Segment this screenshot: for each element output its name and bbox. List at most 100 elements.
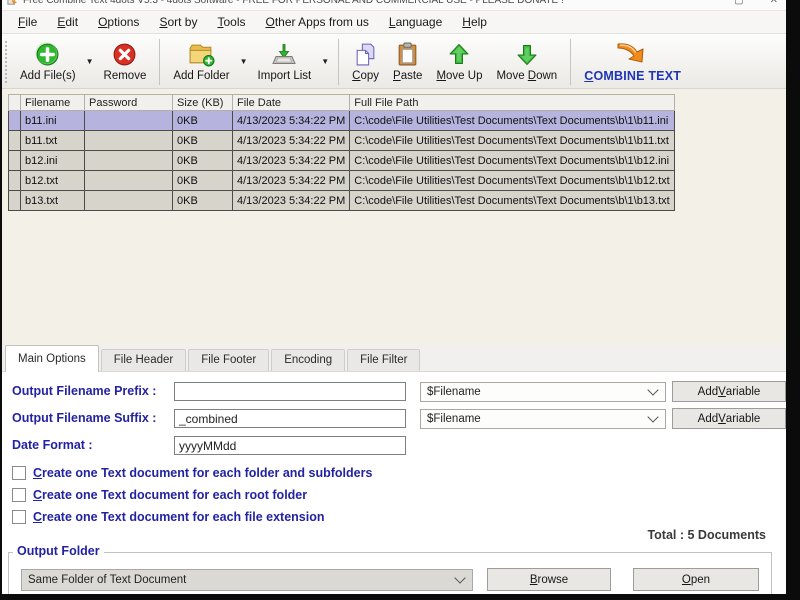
menu-item[interactable]: Help (452, 12, 497, 32)
toolbar-gripper[interactable] (5, 40, 9, 83)
add-variable-suffix-button[interactable]: Add Variable (672, 408, 786, 429)
full-path-cell: C:\code\File Utilities\Test Documents\Te… (349, 190, 675, 211)
copy-button[interactable]: Copy (345, 39, 386, 84)
output-suffix-label: Output Filename Suffix : (12, 411, 157, 425)
size-cell: 0KB (172, 190, 233, 211)
filename-cell: b13.txt (20, 190, 85, 211)
column-header[interactable] (8, 94, 21, 111)
total-documents-text: Total : 5 Documents (647, 528, 766, 542)
maximize-button[interactable]: ▢ (734, 0, 743, 6)
open-button[interactable]: Open (633, 568, 759, 591)
suffix-variable-dropdown[interactable]: $Filename (420, 409, 666, 429)
size-cell: 0KB (172, 110, 233, 131)
chevron-down-icon (647, 411, 659, 423)
checkbox-icon[interactable] (12, 466, 26, 480)
combine-text-label: COMBINE TEXT (584, 69, 682, 83)
output-prefix-input[interactable] (174, 382, 406, 401)
window-title: Free Combine Text 4dots V5.3 - 4dots Sof… (23, 0, 564, 6)
full-path-cell: C:\code\File Utilities\Test Documents\Te… (349, 110, 675, 131)
move-up-button[interactable]: Move Up (429, 39, 489, 84)
paste-button[interactable]: Paste (386, 39, 429, 84)
close-button[interactable]: ✕ (770, 0, 778, 6)
menu-item[interactable]: Other Apps from us (255, 12, 378, 32)
size-cell: 0KB (172, 170, 233, 191)
copy-label: Copy (352, 70, 380, 82)
toolbar: Add File(s) ▼ Remove Add Folder ▼ Import… (2, 34, 786, 90)
row-stub-cell (8, 110, 21, 131)
password-cell (84, 170, 173, 191)
checkbox-icon[interactable] (12, 510, 26, 524)
password-cell (84, 110, 173, 131)
output-suffix-input[interactable] (174, 409, 406, 428)
checkbox-option[interactable]: Create one Text document for each root f… (12, 488, 307, 502)
column-header[interactable]: Password (84, 94, 173, 111)
menu-item[interactable]: File (8, 12, 47, 32)
remove-label: Remove (103, 70, 147, 82)
add-variable-prefix-button[interactable]: Add Variable (672, 381, 786, 402)
add-folder-icon (188, 41, 215, 68)
table-row[interactable]: b12.txt 0KB 4/13/2023 5:34:22 PM C:\code… (8, 170, 675, 191)
output-folder-value: Same Folder of Text Document (28, 574, 187, 586)
import-list-label: Import List (257, 70, 312, 82)
chevron-down-icon (454, 572, 466, 584)
copy-icon (353, 41, 378, 68)
combine-text-button[interactable]: COMBINE TEXT (577, 38, 688, 85)
add-folder-dropdown-arrow[interactable]: ▼ (237, 57, 251, 66)
menu-item[interactable]: Language (379, 12, 452, 32)
file-date-cell: 4/13/2023 5:34:22 PM (231, 190, 351, 211)
remove-button[interactable]: Remove (97, 39, 154, 84)
menu-item[interactable]: Edit (47, 12, 88, 32)
tab[interactable]: File Footer (188, 349, 270, 371)
tab[interactable]: File Filter (347, 349, 421, 371)
password-cell (84, 190, 173, 211)
column-header[interactable]: Filename (20, 94, 85, 111)
column-header[interactable]: File Date (231, 94, 351, 111)
file-date-cell: 4/13/2023 5:34:22 PM (231, 110, 351, 131)
file-date-cell: 4/13/2023 5:34:22 PM (231, 170, 351, 191)
checkbox-option[interactable]: Create one Text document for each folder… (12, 466, 372, 480)
tab[interactable]: Encoding (271, 349, 346, 371)
output-folder-dropdown[interactable]: Same Folder of Text Document (21, 569, 473, 591)
app-window: Free Combine Text 4dots V5.3 - 4dots Sof… (2, 0, 786, 594)
menu-item[interactable]: Sort by (149, 12, 207, 32)
title-bar: Free Combine Text 4dots V5.3 - 4dots Sof… (2, 0, 786, 11)
table-row[interactable]: b13.txt 0KB 4/13/2023 5:34:22 PM C:\code… (8, 190, 675, 211)
toolbar-separator (570, 38, 572, 85)
date-format-input[interactable] (174, 436, 406, 455)
move-down-button[interactable]: Move Down (489, 39, 564, 84)
table-body: b11.ini 0KB 4/13/2023 5:34:22 PM C:\code… (8, 110, 675, 211)
checkbox-option[interactable]: Create one Text document for each file e… (12, 510, 325, 524)
add-files-button[interactable]: Add File(s) (13, 39, 83, 84)
column-header[interactable]: Size (KB) (172, 94, 233, 111)
combine-text-icon (616, 40, 650, 67)
suffix-variable-value: $Filename (427, 413, 481, 425)
table-row[interactable]: b11.ini 0KB 4/13/2023 5:34:22 PM C:\code… (8, 110, 675, 131)
add-files-dropdown-arrow[interactable]: ▼ (83, 57, 97, 66)
filename-cell: b12.txt (20, 170, 85, 191)
checkbox-label: Create one Text document for each root f… (33, 488, 308, 502)
password-cell (84, 150, 173, 171)
prefix-variable-dropdown[interactable]: $Filename (420, 382, 666, 402)
table-row[interactable]: b12.ini 0KB 4/13/2023 5:34:22 PM C:\code… (8, 150, 675, 171)
filename-cell: b11.ini (20, 110, 85, 131)
tab[interactable]: File Header (100, 349, 187, 371)
tab[interactable]: Main Options (5, 345, 99, 372)
paste-icon (395, 41, 420, 68)
chevron-down-icon (647, 384, 659, 396)
checkbox-label: Create one Text document for each file e… (33, 510, 325, 524)
column-header[interactable]: Full File Path (349, 94, 675, 111)
full-path-cell: C:\code\File Utilities\Test Documents\Te… (349, 170, 675, 191)
browse-button[interactable]: Browse (487, 568, 611, 591)
import-list-dropdown-arrow[interactable]: ▼ (318, 57, 332, 66)
size-cell: 0KB (172, 150, 233, 171)
import-list-button[interactable]: Import List (251, 39, 319, 84)
menu-item[interactable]: Options (88, 12, 149, 32)
menu-item[interactable]: Tools (207, 12, 255, 32)
file-list-view: Filename Password Size (KB) File Date Full F… (2, 88, 786, 346)
paste-label: Paste (393, 70, 423, 82)
toolbar-separator (338, 38, 340, 85)
table-row[interactable]: b11.txt 0KB 4/13/2023 5:34:22 PM C:\code… (8, 130, 675, 151)
checkbox-icon[interactable] (12, 488, 26, 502)
size-cell: 0KB (172, 130, 233, 151)
add-folder-button[interactable]: Add Folder (166, 39, 236, 84)
